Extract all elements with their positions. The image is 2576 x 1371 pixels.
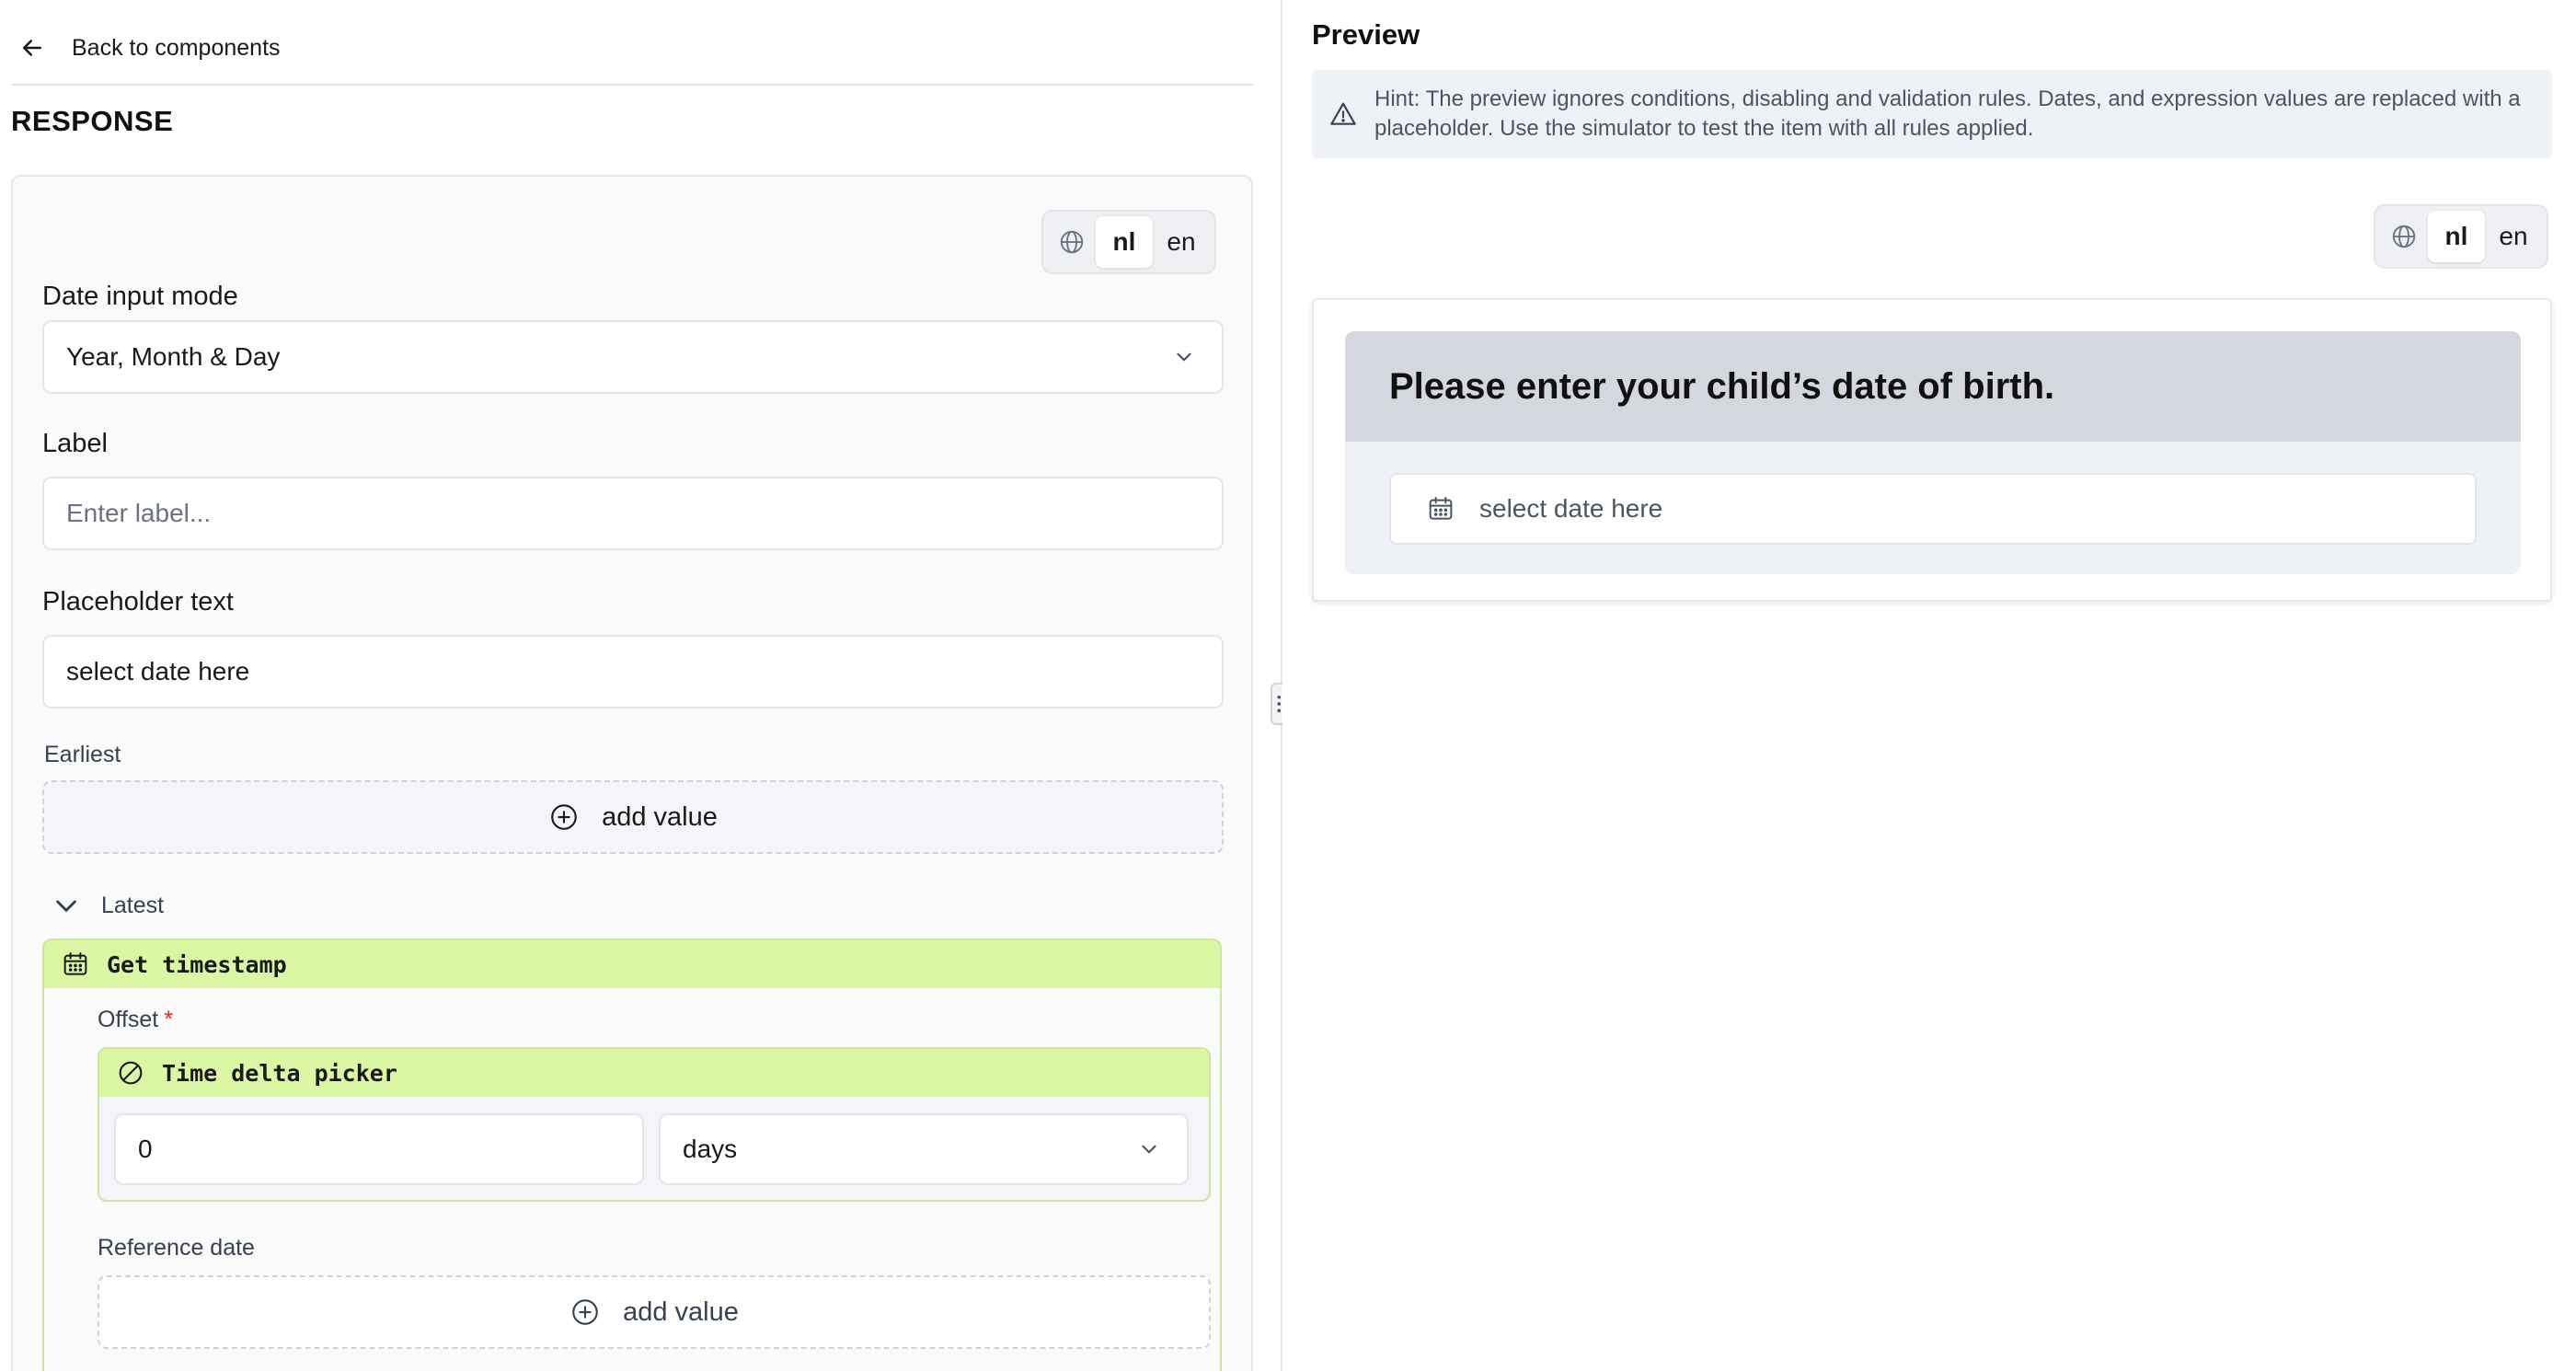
- preview-language-tab-en[interactable]: en: [2485, 211, 2542, 262]
- divider: [11, 84, 1253, 86]
- question-header: Please enter your child’s date of birth.: [1345, 331, 2521, 442]
- label-input[interactable]: Enter label...: [42, 477, 1224, 550]
- question-text: Please enter your child’s date of birth.: [1389, 365, 2055, 407]
- globe-icon: [2380, 211, 2428, 262]
- preview-hint: Hint: The preview ignores conditions, di…: [1312, 70, 2552, 158]
- reference-date-add-value-label: add value: [623, 1296, 739, 1327]
- calendar-icon: [1429, 497, 1453, 520]
- preview-title: Preview: [1312, 18, 1420, 51]
- no-circle-icon: [119, 1061, 143, 1085]
- plus-circle-icon: [572, 1299, 598, 1325]
- language-tab-en[interactable]: en: [1153, 216, 1210, 268]
- chevron-down-icon: [56, 900, 76, 912]
- offset-amount-value: 0: [138, 1135, 153, 1163]
- time-delta-picker: Time delta picker 0 days: [98, 1047, 1211, 1202]
- plus-circle-icon: [551, 804, 577, 830]
- required-mark: *: [164, 1007, 173, 1032]
- survey-question: Please enter your child’s date of birth.…: [1345, 331, 2521, 574]
- offset-label: Offset *: [98, 1007, 173, 1033]
- reference-date-add-value-button[interactable]: add value: [98, 1275, 1211, 1349]
- language-switch: nl en: [1041, 210, 1216, 274]
- reference-date-label: Reference date: [98, 1235, 255, 1261]
- placeholder-text-value: select date here: [66, 657, 250, 686]
- offset-label-text: Offset: [98, 1007, 159, 1032]
- get-timestamp-header[interactable]: Get timestamp: [44, 940, 1220, 988]
- placeholder-text-label: Placeholder text: [42, 587, 234, 616]
- offset-amount-input[interactable]: 0: [114, 1113, 644, 1185]
- globe-icon: [1048, 216, 1096, 268]
- get-timestamp-expression: Get timestamp Offset * Time delta picker …: [42, 939, 1222, 1371]
- arrow-left-icon: [23, 40, 41, 56]
- preview-language-tab-nl[interactable]: nl: [2428, 211, 2485, 262]
- back-link-label: Back to components: [72, 34, 281, 61]
- label-field-label: Label: [42, 429, 108, 458]
- earliest-add-value-label: add value: [602, 801, 718, 832]
- label-input-placeholder: Enter label...: [66, 499, 212, 527]
- date-input-mode-select[interactable]: Year, Month & Day: [42, 320, 1224, 394]
- get-timestamp-title: Get timestamp: [107, 950, 287, 978]
- section-title: RESPONSE: [11, 105, 174, 137]
- earliest-label: Earliest: [44, 742, 121, 767]
- date-input-mode-value: Year, Month & Day: [66, 342, 281, 371]
- preview-language-switch: nl en: [2374, 204, 2548, 269]
- date-picker-placeholder: select date here: [1479, 494, 1663, 523]
- calendar-icon: [63, 952, 87, 975]
- earliest-add-value-button[interactable]: add value: [42, 780, 1224, 854]
- time-delta-picker-title: Time delta picker: [162, 1059, 397, 1087]
- offset-unit-value: days: [683, 1135, 738, 1163]
- back-to-components-link[interactable]: Back to components: [18, 26, 281, 70]
- chevron-down-icon: [1142, 1145, 1156, 1154]
- preview-pane: Preview Hint: The preview ignores condit…: [1282, 0, 2576, 1371]
- latest-collapse-toggle[interactable]: Latest: [52, 891, 164, 920]
- editor-pane: Back to components RESPONSE nl en Date i…: [0, 0, 1281, 1371]
- chevron-down-icon: [1177, 352, 1191, 362]
- offset-unit-select[interactable]: days: [659, 1113, 1189, 1185]
- time-delta-picker-header[interactable]: Time delta picker: [99, 1049, 1209, 1097]
- preview-card: Please enter your child’s date of birth.…: [1312, 298, 2552, 602]
- latest-label: Latest: [101, 892, 165, 918]
- hint-text: Hint: The preview ignores conditions, di…: [1374, 86, 2521, 141]
- warning-icon: [1330, 102, 1356, 125]
- language-tab-nl[interactable]: nl: [1096, 216, 1153, 268]
- date-picker-input[interactable]: select date here: [1389, 473, 2477, 545]
- date-input-mode-label: Date input mode: [42, 282, 238, 311]
- placeholder-text-input[interactable]: select date here: [42, 635, 1224, 709]
